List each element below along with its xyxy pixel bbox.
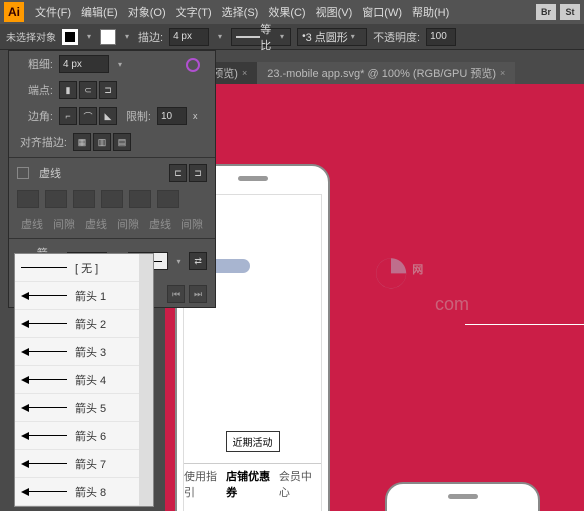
fill-dropdown[interactable]: ▾ — [84, 32, 94, 42]
menu-type[interactable]: 文字(T) — [171, 4, 217, 20]
selection-status: 未选择对象 — [6, 29, 56, 44]
app-logo: Ai — [4, 2, 24, 22]
dash-preserve-button[interactable]: ⊏ — [169, 164, 187, 182]
phone-mockup-2 — [385, 482, 540, 511]
brush-select[interactable]: • 3 点圆形 ▾ — [297, 28, 367, 46]
menu-window[interactable]: 窗口(W) — [357, 4, 407, 20]
stroke-label: 描边: — [138, 29, 163, 45]
bridge-badge[interactable]: Br — [536, 4, 556, 20]
swap-arrows-button[interactable]: ⇄ — [189, 252, 207, 270]
playback-prev-button[interactable]: ⏮ — [167, 285, 185, 303]
corner-miter-button[interactable]: ⌐ — [59, 107, 77, 125]
limit-label: 限制: — [123, 108, 151, 124]
profile-select[interactable]: 等比 ▾ — [231, 28, 291, 46]
recent-activity-label: 近期活动 — [226, 431, 280, 452]
arrowhead-option-8[interactable]: 箭头 8 — [15, 478, 153, 506]
align-label: 对齐描边: — [17, 134, 67, 150]
stroke-width-input[interactable] — [169, 28, 209, 46]
stroke-dropdown[interactable]: ▾ — [122, 32, 132, 42]
arrowhead-option-2[interactable]: 箭头 2 — [15, 310, 153, 338]
opacity-label: 不透明度: — [373, 29, 420, 45]
phone-bottom-tabs: 使用指引 店铺优惠券 会员中心 — [184, 463, 321, 504]
menu-select[interactable]: 选择(S) — [217, 4, 264, 20]
menu-edit[interactable]: 编辑(E) — [76, 4, 123, 20]
align-inside-button[interactable]: ▥ — [93, 133, 111, 151]
arrowhead-option-1[interactable]: 箭头 1 — [15, 282, 153, 310]
phone-speaker — [238, 176, 268, 181]
fill-swatch[interactable] — [62, 29, 78, 45]
menu-help[interactable]: 帮助(H) — [407, 4, 454, 20]
corner-label: 边角: — [17, 108, 53, 124]
highlight-circle-icon — [186, 58, 200, 72]
opacity-input[interactable] — [426, 28, 456, 46]
watermark-sub: com — [435, 294, 469, 315]
menu-view[interactable]: 视图(V) — [311, 4, 358, 20]
align-outside-button[interactable]: ▤ — [113, 133, 131, 151]
doc-tab-2[interactable]: 23.-mobile app.svg* @ 100% (RGB/GPU 预览)× — [257, 62, 515, 84]
align-center-button[interactable]: ▦ — [73, 133, 91, 151]
playback-next-button[interactable]: ⏭ — [189, 285, 207, 303]
cap-square-button[interactable]: ⊐ — [99, 81, 117, 99]
cap-label: 端点: — [17, 82, 53, 98]
corner-round-button[interactable]: ⌒ — [79, 107, 97, 125]
watermark-icon: ◔网 — [370, 229, 423, 309]
menu-object[interactable]: 对象(O) — [123, 4, 171, 20]
stock-badge[interactable]: St — [560, 4, 580, 20]
dash-inputs-row — [9, 186, 215, 212]
stroke-swatch[interactable] — [100, 29, 116, 45]
arrowhead-option-3[interactable]: 箭头 3 — [15, 338, 153, 366]
dashed-checkbox[interactable] — [17, 167, 29, 179]
options-bar: 未选择对象 ▾ ▾ 描边: ▾ 等比 ▾ • 3 点圆形 ▾ 不透明度: — [0, 24, 584, 50]
arrowhead-option-4[interactable]: 箭头 4 — [15, 366, 153, 394]
document-tabs: B/GPU 预览)× 23.-mobile app.svg* @ 100% (R… — [165, 62, 515, 84]
dash-align-button[interactable]: ⊐ — [189, 164, 207, 182]
phone-speaker — [448, 494, 478, 499]
cap-round-button[interactable]: ⊂ — [79, 81, 97, 99]
canvas-artboard[interactable]: ◔网 com 近期活动 使用指引 店铺优惠券 会员中心 — [165, 84, 584, 511]
dropdown-scrollbar[interactable] — [139, 254, 153, 506]
arrowhead-option-7[interactable]: 箭头 7 — [15, 450, 153, 478]
arrowhead-option-5[interactable]: 箭头 5 — [15, 394, 153, 422]
weight-label: 粗细: — [17, 56, 53, 72]
menu-effect[interactable]: 效果(C) — [263, 4, 310, 20]
cap-butt-button[interactable]: ▮ — [59, 81, 77, 99]
arrowhead-option-6[interactable]: 箭头 6 — [15, 422, 153, 450]
menubar: Ai 文件(F) 编辑(E) 对象(O) 文字(T) 选择(S) 效果(C) 视… — [0, 0, 584, 24]
close-icon[interactable]: × — [500, 68, 505, 78]
arrowhead-option-none[interactable]: [ 无 ] — [15, 254, 153, 282]
close-icon[interactable]: × — [242, 68, 247, 78]
guide-line — [465, 324, 584, 444]
menu-file[interactable]: 文件(F) — [30, 4, 76, 20]
weight-input[interactable] — [59, 55, 109, 73]
dashed-label: 虚线 — [39, 165, 61, 181]
weight-dropdown[interactable]: ▾ — [115, 59, 125, 69]
arrowhead-dropdown: [ 无 ] 箭头 1 箭头 2 箭头 3 箭头 4 箭头 5 箭头 6 箭头 7… — [14, 253, 154, 507]
corner-bevel-button[interactable]: ◣ — [99, 107, 117, 125]
limit-input[interactable] — [157, 107, 187, 125]
